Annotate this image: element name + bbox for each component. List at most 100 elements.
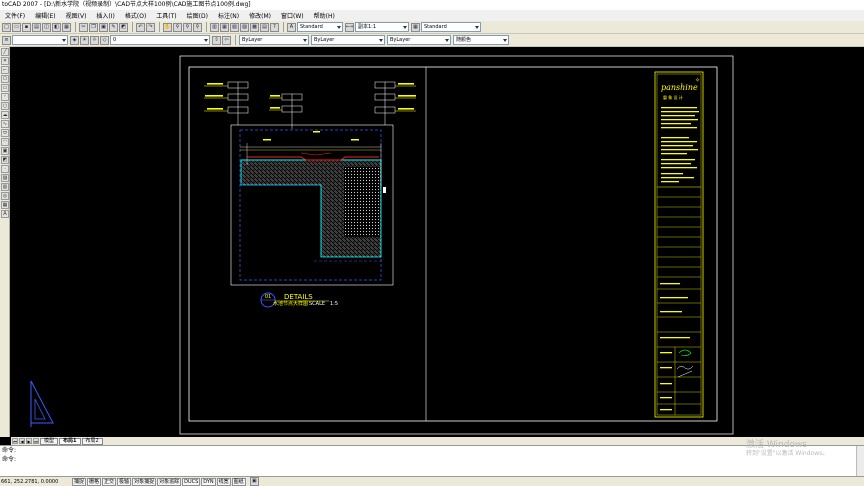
zoom-previous-icon[interactable]: ⚲ <box>193 22 202 32</box>
ellipse-icon[interactable]: ⬭ <box>1 129 9 137</box>
color-select[interactable]: ByLayer <box>239 35 309 45</box>
ducs-toggle[interactable]: DUCS <box>182 477 201 486</box>
drawing-svg[interactable]: 01 DETAILS 水池节点大样图 SCALE 1:5 panshine 磐 … <box>11 47 864 437</box>
menu-edit[interactable]: 编辑(E) <box>30 11 60 20</box>
command-line[interactable]: 命令: 命令: <box>0 445 864 477</box>
multiline-text-icon[interactable]: A <box>1 210 9 218</box>
paste-icon[interactable]: ▣ <box>99 22 108 32</box>
tool-palettes-icon[interactable]: ▧ <box>230 22 239 32</box>
text-style-select[interactable]: Standard <box>297 22 343 32</box>
menu-window[interactable]: 窗口(W) <box>276 11 309 20</box>
toolbar-separator <box>75 22 76 32</box>
osnap-toggle[interactable]: 对象捕捉 <box>132 477 157 486</box>
layer-select[interactable]: 0 <box>110 35 210 45</box>
copy-icon[interactable]: ❐ <box>89 22 98 32</box>
grid-toggle[interactable]: 栅格 <box>87 477 102 486</box>
prev-tab-icon[interactable]: ◀ <box>19 438 25 444</box>
gradient-icon[interactable]: ▥ <box>1 183 9 191</box>
dyn-toggle[interactable]: DYN <box>201 477 216 486</box>
block-editor-icon[interactable]: ◩ <box>119 22 128 32</box>
layer-manager-icon[interactable]: ≡ <box>2 35 11 45</box>
circle-icon[interactable]: ○ <box>1 102 9 110</box>
polar-toggle[interactable]: 极轴 <box>117 477 132 486</box>
redo-icon[interactable]: ↷ <box>146 22 155 32</box>
revision-cloud-icon[interactable]: ☁ <box>1 111 9 119</box>
open-file-icon[interactable]: ▭ <box>12 22 21 32</box>
calculator-icon[interactable]: ▤ <box>260 22 269 32</box>
make-current-layer-icon[interactable]: ⇧ <box>212 35 221 45</box>
tab-model[interactable]: 模型 <box>40 437 59 445</box>
dim-style-select[interactable]: 副本1:1 <box>355 22 409 32</box>
properties-icon[interactable]: ▥ <box>210 22 219 32</box>
sun-icon[interactable]: ☼ <box>90 35 99 45</box>
rectangle-icon[interactable]: ▭ <box>1 84 9 92</box>
command-scrollbar[interactable] <box>856 446 864 477</box>
zoom-window-icon[interactable]: ⚲ <box>183 22 192 32</box>
pan-icon[interactable]: ✋ <box>163 22 172 32</box>
help-icon[interactable]: ? <box>270 22 279 32</box>
tab-layout2[interactable]: 布局2 <box>81 437 103 445</box>
menu-draw[interactable]: 绘图(D) <box>182 11 213 20</box>
menu-dimension[interactable]: 标注(N) <box>213 11 244 20</box>
command-prompt[interactable]: 命令: <box>2 455 864 464</box>
detail-number: 01 <box>265 294 271 300</box>
print-icon[interactable]: ▤ <box>32 22 41 32</box>
design-center-icon[interactable]: ▦ <box>220 22 229 32</box>
lightbulb-icon[interactable]: ☀ <box>80 35 89 45</box>
ortho-toggle[interactable]: 正交 <box>102 477 117 486</box>
ellipse-arc-icon[interactable]: ◠ <box>1 138 9 146</box>
plotstyle-select[interactable]: 随颜色 <box>453 35 509 45</box>
menu-modify[interactable]: 修改(M) <box>244 11 276 20</box>
construction-line-icon[interactable]: ✕ <box>1 57 9 65</box>
print-preview-icon[interactable]: ◫ <box>42 22 51 32</box>
sheet-set-icon[interactable]: ▨ <box>240 22 249 32</box>
table-style-select[interactable]: Standard <box>421 22 481 32</box>
save-icon[interactable]: ▪ <box>22 22 31 32</box>
snap-toggle[interactable]: 捕捉 <box>72 477 87 486</box>
layer-previous-icon[interactable]: ◈ <box>70 35 79 45</box>
menu-file[interactable]: 文件(F) <box>0 11 30 20</box>
last-tab-icon[interactable]: ⏭ <box>33 438 39 444</box>
point-icon[interactable]: · <box>1 165 9 173</box>
hatch-icon[interactable]: ▨ <box>1 174 9 182</box>
layer-previous-state-icon[interactable]: ⇦ <box>222 35 231 45</box>
menu-format[interactable]: 格式(O) <box>120 11 151 20</box>
new-file-icon[interactable]: □ <box>2 22 11 32</box>
line-icon[interactable]: ╱ <box>1 48 9 56</box>
tab-layout1[interactable]: 布局1 <box>59 437 81 445</box>
unlock-icon[interactable]: ◇ <box>100 35 109 45</box>
status-tray-icon[interactable]: ▣ <box>249 477 259 486</box>
linetype-select[interactable]: ByLayer <box>311 35 385 45</box>
arc-icon[interactable]: ◜ <box>1 93 9 101</box>
next-tab-icon[interactable]: ▶ <box>26 438 32 444</box>
otrack-toggle[interactable]: 对象追踪 <box>157 477 182 486</box>
markup-icon[interactable]: ▩ <box>250 22 259 32</box>
first-tab-icon[interactable]: ⏮ <box>12 438 18 444</box>
menu-help[interactable]: 帮助(H) <box>309 11 340 20</box>
lineweight-toggle[interactable]: 线宽 <box>216 477 231 486</box>
polygon-icon[interactable]: ⬠ <box>1 75 9 83</box>
plot-icon[interactable]: ▦ <box>62 22 71 32</box>
undo-icon[interactable]: ↶ <box>136 22 145 32</box>
zoom-realtime-icon[interactable]: ⚲ <box>173 22 182 32</box>
signature-mark <box>678 349 692 356</box>
lineweight-select[interactable]: ByLayer <box>387 35 451 45</box>
paper-space-toggle[interactable]: 图纸 <box>231 477 246 486</box>
polyline-icon[interactable]: ⌐ <box>1 66 9 74</box>
menu-bar: 文件(F) 编辑(E) 视图(V) 插入(I) 格式(O) 工具(T) 绘图(D… <box>0 10 864 21</box>
menu-insert[interactable]: 插入(I) <box>91 11 119 20</box>
spline-icon[interactable]: ∿ <box>1 120 9 128</box>
menu-view[interactable]: 视图(V) <box>61 11 92 20</box>
table-icon[interactable]: ▦ <box>1 201 9 209</box>
cut-icon[interactable]: ✂ <box>79 22 88 32</box>
drawing-canvas[interactable]: 01 DETAILS 水池节点大样图 SCALE 1:5 panshine 磐 … <box>11 47 864 437</box>
insert-block-icon[interactable]: ▣ <box>1 147 9 155</box>
layers-toolbar: ≡ ◈ ☀ ☼ ◇ 0 ⇧ ⇦ ByLayer ByLayer ByLayer … <box>0 34 864 47</box>
ucs-icon <box>30 380 54 427</box>
layer-state-select[interactable] <box>12 35 68 45</box>
region-icon[interactable]: ◎ <box>1 192 9 200</box>
make-block-icon[interactable]: ◩ <box>1 156 9 164</box>
menu-tools[interactable]: 工具(T) <box>151 11 181 20</box>
match-properties-icon[interactable]: ✎ <box>109 22 118 32</box>
publish-icon[interactable]: ◧ <box>52 22 61 32</box>
